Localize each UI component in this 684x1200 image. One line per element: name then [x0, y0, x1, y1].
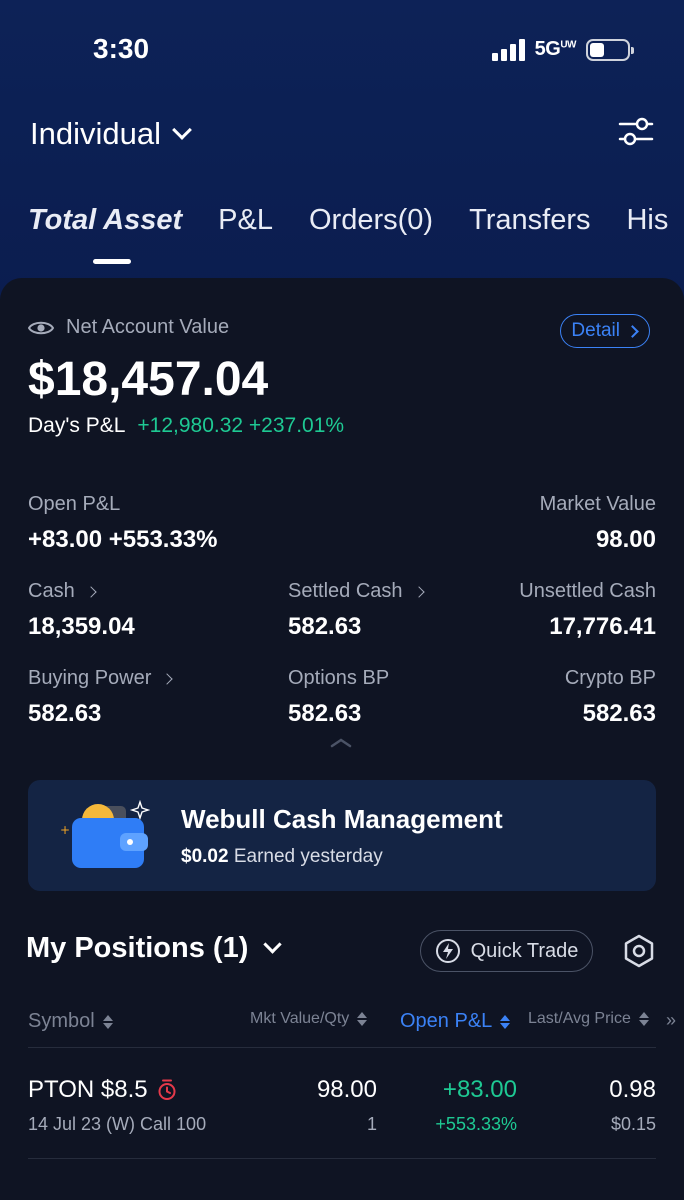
options-bp-label: Options BP: [288, 667, 390, 689]
options-bp-metric: Options BP 582.63: [288, 667, 389, 728]
chevron-right-icon: [412, 585, 425, 598]
position-open-pl-percent: +553.33%: [435, 1114, 517, 1134]
open-pl-value: +83.00 +553.33%: [28, 526, 218, 553]
battery-icon: [586, 38, 634, 61]
lightning-icon: [435, 939, 460, 963]
wallet-icon: +: [60, 800, 150, 868]
net-account-label: Net Account Value: [66, 316, 230, 338]
tab-total-asset[interactable]: Total Asset: [28, 204, 182, 237]
crypto-bp-value: 582.63: [582, 700, 656, 727]
position-mkt-value: 98.00: [316, 1076, 377, 1103]
chevron-right-icon: [626, 324, 639, 338]
sort-icon: [500, 1014, 511, 1029]
quick-trade-label: Quick Trade: [470, 939, 579, 962]
network-indicator: 5GUW: [534, 38, 577, 60]
account-name: Individual: [30, 116, 161, 151]
days-pl-row: Day's P&L +12,980.32 +237.01%: [28, 414, 344, 438]
position-avg-price: $0.15: [610, 1114, 656, 1134]
days-pl-label: Day's P&L: [28, 414, 126, 437]
signal-icon: [491, 38, 525, 61]
unsettled-cash-label: Unsettled Cash: [519, 580, 656, 602]
column-header-symbol[interactable]: Symbol: [28, 1010, 113, 1033]
options-bp-value: 582.63: [288, 700, 362, 727]
alarm-clock-icon: [158, 1079, 176, 1100]
crypto-bp-label: Crypto BP: [564, 667, 656, 689]
net-account-value: $18,457.04: [28, 353, 269, 406]
positions-title: My Positions (1): [26, 932, 249, 964]
buying-power-metric[interactable]: Buying Power 582.63: [28, 667, 174, 728]
detail-label: Detail: [571, 320, 620, 341]
active-tab-indicator: [93, 259, 131, 264]
tab-history[interactable]: His: [626, 204, 668, 237]
cash-management-earnings: $0.02 Earned yesterday: [181, 846, 383, 867]
column-header-open-pl[interactable]: Open P&L: [400, 1010, 511, 1033]
market-value-label: Market Value: [539, 493, 656, 515]
detail-button[interactable]: Detail: [560, 314, 650, 348]
row-divider: [28, 1158, 656, 1159]
open-pl-metric: Open P&L +83.00 +553.33%: [28, 493, 218, 554]
eye-icon[interactable]: [28, 319, 54, 337]
days-pl-value: +12,980.32 +237.01%: [137, 414, 345, 437]
collapse-caret-icon[interactable]: [330, 738, 352, 748]
chevron-right-icon: [161, 672, 174, 685]
filter-sliders-icon[interactable]: [618, 116, 654, 148]
tab-orders[interactable]: Orders(0): [309, 204, 433, 237]
market-value-metric: Market Value 98.00: [540, 493, 656, 554]
settled-cash-label: Settled Cash: [288, 580, 403, 602]
cash-value: 18,359.04: [28, 613, 135, 640]
tab-pl[interactable]: P&L: [218, 204, 273, 237]
crypto-bp-metric: Crypto BP 582.63: [565, 667, 656, 728]
header-divider: [28, 1047, 656, 1048]
position-contract: 14 Jul 23 (W) Call 100: [28, 1114, 207, 1134]
buying-power-label: Buying Power: [28, 667, 152, 689]
buying-power-value: 582.63: [28, 700, 102, 727]
status-time: 3:30: [93, 33, 150, 64]
positions-header[interactable]: My Positions (1): [26, 932, 283, 965]
position-last-price: 0.98: [609, 1076, 656, 1103]
settled-cash-metric[interactable]: Settled Cash 582.63: [288, 580, 425, 641]
sort-icon: [638, 1012, 649, 1026]
unsettled-cash-value: 17,776.41: [549, 613, 656, 640]
symbol-label: PTON $8.5: [28, 1076, 148, 1103]
cash-management-banner[interactable]: + Webull Cash Management $0.02 Earned ye…: [28, 780, 656, 891]
tab-transfers[interactable]: Transfers: [469, 204, 590, 237]
cash-label: Cash: [28, 580, 75, 602]
position-qty: 1: [366, 1114, 377, 1134]
open-pl-label: Open P&L: [28, 493, 121, 515]
settings-icon[interactable]: [622, 934, 656, 968]
account-selector[interactable]: Individual: [30, 116, 192, 152]
account-tabs: Total Asset P&L Orders(0) Transfers His: [28, 204, 668, 237]
market-value-value: 98.00: [595, 526, 656, 553]
quick-trade-button[interactable]: Quick Trade: [420, 930, 593, 972]
sort-icon: [102, 1014, 113, 1029]
position-open-pl: +83.00: [442, 1076, 517, 1103]
chevron-right-icon: [85, 585, 97, 598]
unsettled-cash-metric: Unsettled Cash 17,776.41: [519, 580, 656, 641]
chevron-down-icon: [263, 935, 283, 954]
status-indicators: 5GUW: [491, 38, 634, 61]
column-header-mkt-value[interactable]: Mkt Value/Qty: [250, 1010, 368, 1028]
column-header-last-avg-price[interactable]: Last/Avg Price: [528, 1010, 649, 1028]
net-account-label-row: Net Account Value: [28, 316, 229, 339]
cash-management-title: Webull Cash Management: [181, 804, 503, 834]
position-symbol: PTON $8.5: [28, 1076, 178, 1104]
sort-icon: [357, 1012, 368, 1026]
settled-cash-value: 582.63: [288, 613, 362, 640]
more-columns-icon[interactable]: »: [666, 1010, 676, 1031]
chevron-down-icon: [172, 120, 192, 140]
cash-metric[interactable]: Cash 18,359.04: [28, 580, 135, 641]
svg-text:+: +: [60, 823, 70, 837]
